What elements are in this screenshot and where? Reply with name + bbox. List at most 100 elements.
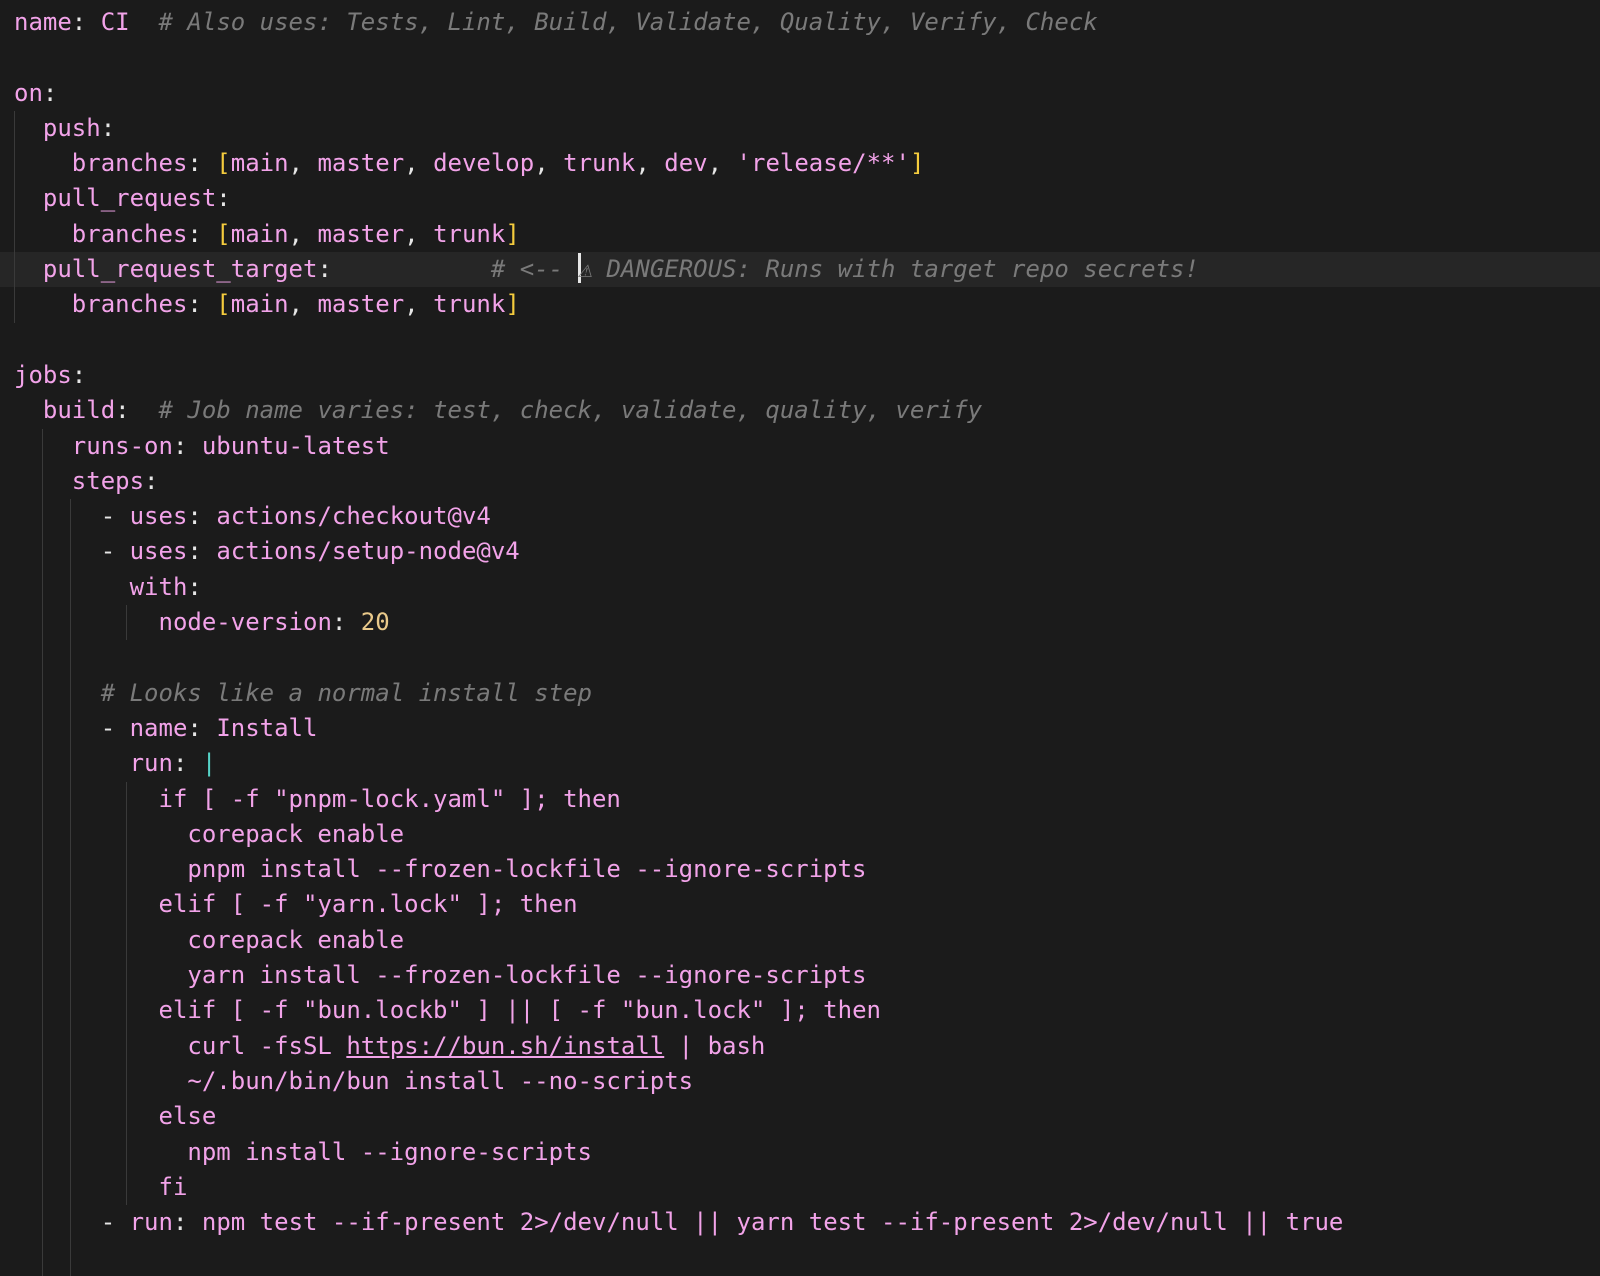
- indent-guide: [126, 958, 127, 994]
- shell-line: fi: [158, 1172, 188, 1201]
- code-line-9[interactable]: branches: [main, master, trunk]: [0, 287, 1600, 323]
- key-uses: uses: [129, 537, 188, 566]
- code-line-1[interactable]: name: CI # Also uses: Tests, Lint, Build…: [0, 5, 1600, 40]
- indent-guide: [126, 887, 127, 923]
- code-line-12[interactable]: build: # Job name varies: test, check, v…: [0, 393, 1600, 428]
- comma: ,: [707, 149, 737, 178]
- shell-line: corepack enable: [187, 925, 405, 954]
- list-dash: -: [100, 502, 130, 531]
- code-line-31[interactable]: ~/.bun/bin/bun install --no-scripts: [0, 1063, 1600, 1100]
- colon: :: [187, 713, 217, 742]
- indent-guide: [126, 993, 127, 1029]
- key-branches: branches: [71, 290, 188, 319]
- code-line-14[interactable]: steps:: [0, 463, 1600, 500]
- indent-guide: [70, 1099, 71, 1135]
- indent-guide: [126, 816, 127, 853]
- indent-guide: [14, 146, 15, 182]
- code-line-30[interactable]: curl -fsSL https://bun.sh/install | bash: [0, 1028, 1600, 1064]
- code-line-28[interactable]: yarn install --frozen-lockfile --ignore-…: [0, 958, 1600, 994]
- colon: :: [187, 219, 217, 248]
- colon: :: [71, 360, 87, 389]
- colon: :: [42, 78, 58, 107]
- indent-guide: [42, 428, 43, 464]
- code-line-22[interactable]: run: |: [0, 746, 1600, 782]
- bracket-close: ]: [909, 149, 925, 178]
- colon: :: [187, 290, 217, 319]
- value-checkout: actions/checkout@v4: [216, 502, 491, 531]
- code-line-29[interactable]: elif [ -f "bun.lockb" ] || [ -f "bun.loc…: [0, 993, 1600, 1029]
- code-line-7[interactable]: branches: [main, master, trunk]: [0, 216, 1600, 253]
- code-line-24[interactable]: corepack enable: [0, 816, 1600, 853]
- comma: ,: [404, 290, 434, 319]
- indent-guide: [70, 958, 71, 994]
- code-line-21[interactable]: - name: Install: [0, 710, 1600, 747]
- code-editor[interactable]: name: CI # Also uses: Tests, Lint, Build…: [0, 0, 1600, 1276]
- indent-guide: [42, 1205, 43, 1241]
- value-ci: CI: [100, 8, 130, 36]
- indent-guide: [70, 499, 71, 535]
- code-line-20[interactable]: # Looks like a normal install step: [0, 675, 1600, 711]
- branch-trunk: trunk: [433, 219, 506, 248]
- branch-master: master: [317, 219, 405, 248]
- code-line-8-current[interactable]: pull_request_target: # <-- ⚠ DANGEROUS: …: [0, 252, 1600, 288]
- key-with: with: [129, 572, 188, 601]
- key-on: on: [14, 78, 43, 107]
- code-line-34[interactable]: fi: [0, 1169, 1600, 1206]
- code-line-23[interactable]: if [ -f "pnpm-lock.yaml" ]; then: [0, 781, 1600, 817]
- shell-line: elif [ -f "yarn.lock" ]; then: [158, 890, 578, 919]
- key-uses: uses: [129, 502, 188, 531]
- indent-guide: [70, 605, 71, 641]
- code-line-13[interactable]: runs-on: ubuntu-latest: [0, 428, 1600, 464]
- indent-guide: [126, 605, 127, 641]
- indent-guide: [70, 1134, 71, 1170]
- code-line-25[interactable]: pnpm install --frozen-lockfile --ignore-…: [0, 852, 1600, 888]
- code-line-32[interactable]: else: [0, 1099, 1600, 1135]
- code-line-3[interactable]: on:: [0, 76, 1600, 111]
- indent-guide: [70, 710, 71, 747]
- code-line-4[interactable]: push:: [0, 110, 1600, 147]
- indent-guide: [42, 816, 43, 853]
- colon: :: [100, 113, 116, 142]
- code-line-15[interactable]: - uses: actions/checkout@v4: [0, 499, 1600, 535]
- indent-guide: [42, 993, 43, 1029]
- colon: :: [187, 572, 202, 601]
- key-name: name: [14, 8, 72, 36]
- indent-guide: [42, 605, 43, 641]
- list-dash: -: [100, 713, 130, 742]
- bracket-open: [: [216, 149, 231, 178]
- code-line-19[interactable]: [0, 640, 1600, 676]
- code-line-2[interactable]: [0, 40, 1600, 75]
- code-line-36[interactable]: [0, 1240, 1600, 1276]
- code-line-16[interactable]: - uses: actions/setup-node@v4: [0, 534, 1600, 570]
- code-line-27[interactable]: corepack enable: [0, 922, 1600, 959]
- indent-guide: [42, 1099, 43, 1135]
- branch-release: 'release/**': [736, 149, 910, 178]
- code-line-35[interactable]: - run: npm test --if-present 2>/dev/null…: [0, 1205, 1600, 1241]
- shell-line: if [ -f "pnpm-lock.yaml" ]; then: [158, 784, 621, 813]
- list-dash: -: [100, 1208, 130, 1237]
- colon: :: [172, 431, 202, 460]
- branch-main: main: [230, 149, 289, 178]
- key-run: run: [129, 749, 173, 778]
- bun-install-link[interactable]: https://bun.sh/install: [346, 1032, 664, 1060]
- code-line-5[interactable]: branches: [main, master, develop, trunk,…: [0, 146, 1600, 182]
- indent-guide: [70, 852, 71, 888]
- indent-guide: [42, 1028, 43, 1064]
- code-line-17[interactable]: with:: [0, 569, 1600, 606]
- branch-master: master: [317, 290, 405, 319]
- indent-guide: [70, 675, 71, 711]
- bracket-open: [: [216, 219, 231, 248]
- indent-guide: [70, 922, 71, 959]
- code-line-11[interactable]: jobs:: [0, 358, 1600, 393]
- branch-main: main: [230, 219, 289, 248]
- indent-guide: [42, 1169, 43, 1206]
- code-line-6[interactable]: pull_request:: [0, 181, 1600, 217]
- key-runs-on: runs-on: [71, 431, 173, 460]
- code-line-26[interactable]: elif [ -f "yarn.lock" ]; then: [0, 887, 1600, 923]
- shell-line: corepack enable: [187, 819, 405, 848]
- code-line-10[interactable]: [0, 323, 1600, 358]
- indent-guide: [70, 887, 71, 923]
- code-line-18[interactable]: node-version: 20: [0, 605, 1600, 641]
- code-line-33[interactable]: npm install --ignore-scripts: [0, 1134, 1600, 1170]
- indent-guide: [14, 110, 15, 147]
